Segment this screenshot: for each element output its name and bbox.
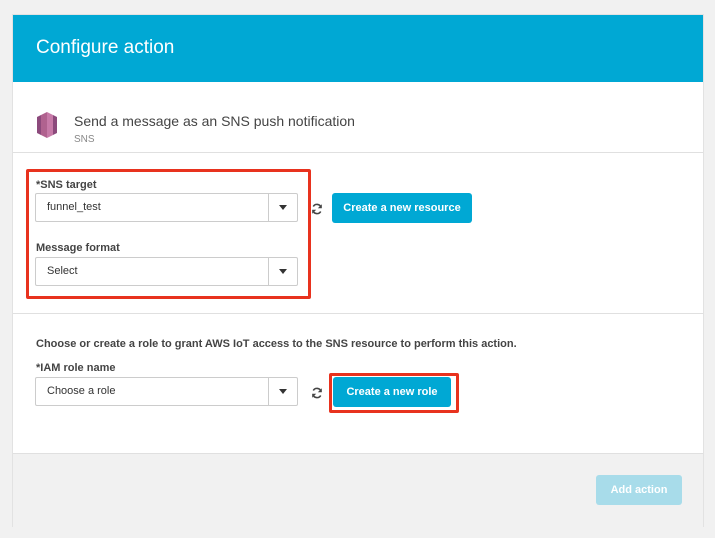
configure-action-panel: Configure action Send a message as an SN… [12, 14, 704, 527]
panel-footer: Add action [13, 454, 703, 527]
panel-header: Configure action [13, 15, 703, 82]
highlight-box-sns [26, 169, 311, 299]
role-description: Choose or create a role to grant AWS IoT… [36, 338, 517, 350]
service-title: Send a message as an SNS push notificati… [74, 113, 355, 129]
chevron-down-icon [268, 378, 297, 405]
divider [13, 152, 703, 153]
highlight-box-role [329, 373, 459, 413]
iam-role-label: *IAM role name [36, 362, 116, 374]
add-action-button[interactable]: Add action [596, 475, 682, 505]
refresh-icon[interactable] [311, 202, 323, 215]
service-subtitle: SNS [74, 134, 95, 145]
refresh-icon[interactable] [311, 386, 323, 399]
iam-role-value: Choose a role [47, 385, 116, 397]
sns-icon [37, 112, 57, 138]
create-resource-button[interactable]: Create a new resource [332, 193, 472, 223]
divider [13, 313, 703, 314]
page-title: Configure action [36, 37, 175, 58]
iam-role-select[interactable]: Choose a role [35, 377, 298, 406]
service-row: Send a message as an SNS push notificati… [13, 82, 703, 166]
